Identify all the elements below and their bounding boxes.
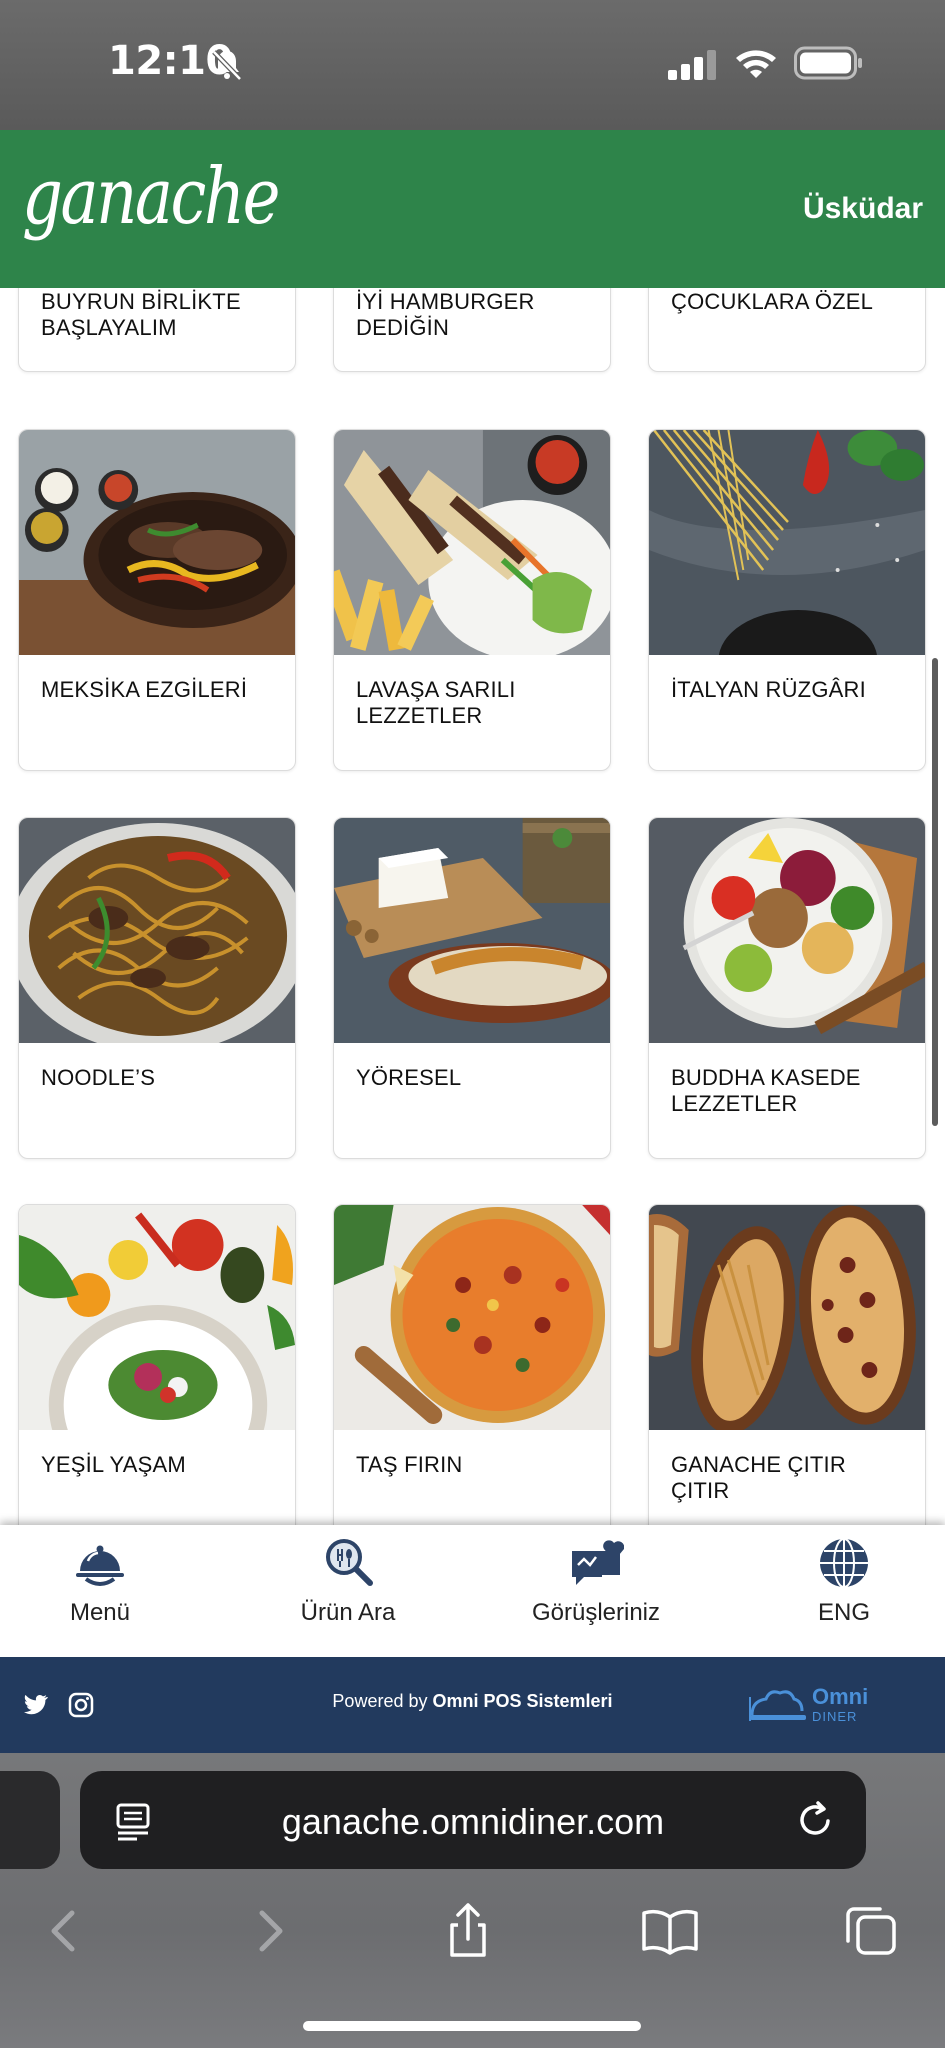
back-icon[interactable] — [34, 1901, 94, 1961]
nav-language[interactable]: ENG — [744, 1535, 944, 1650]
forward-icon[interactable] — [240, 1901, 300, 1961]
category-label: MEKSİKA EZGİLERİ — [41, 677, 248, 702]
category-label: TAŞ FIRIN — [356, 1452, 463, 1477]
previous-tab-preview[interactable] — [0, 1771, 60, 1869]
nav-feedback[interactable]: Görüşleriniz — [496, 1535, 696, 1650]
globe-icon — [820, 1538, 868, 1588]
signal-icon — [668, 50, 716, 80]
category-label: İYİ HAMBURGER DEDİĞİN — [356, 289, 535, 340]
category-card[interactable]: NOODLE’S — [18, 817, 296, 1159]
scrollbar[interactable] — [932, 658, 938, 1126]
category-image-wrap — [334, 430, 610, 655]
browser-chrome: ganache.omnidiner.com — [0, 1753, 945, 2048]
category-card[interactable]: TAŞ FIRIN — [333, 1204, 611, 1525]
category-card[interactable]: BUDDHA KASEDE LEZZETLER — [648, 817, 926, 1159]
category-label: YÖRESEL — [356, 1065, 462, 1090]
category-image-noodles — [19, 818, 295, 1043]
tabs-icon[interactable] — [840, 1901, 900, 1961]
app-header: ganache Üsküdar — [0, 130, 945, 288]
search-icon — [326, 1539, 373, 1586]
category-card[interactable]: MEKSİKA EZGİLERİ — [18, 429, 296, 771]
branch-selector[interactable]: Üsküdar — [803, 192, 923, 226]
ganache-logo[interactable]: ganache — [22, 152, 281, 242]
category-image-buddha-bowl — [649, 818, 925, 1043]
category-grid: BUYRUN BİRLİKTE BAŞLAYALIM İYİ HAMBURGER D… — [0, 288, 945, 1525]
status-bar: 12:10 — [0, 0, 945, 130]
category-image-pasta — [649, 430, 925, 655]
category-image-pide — [649, 1205, 925, 1430]
reload-icon[interactable] — [796, 1799, 836, 1841]
cloche-icon — [76, 1545, 124, 1586]
category-label: İTALYAN RÜZGÂRI — [671, 677, 866, 702]
nav-menu-label: Menü — [69, 1599, 131, 1626]
powered-prefix: Powered by — [332, 1691, 428, 1711]
category-card[interactable]: İYİ HAMBURGER DEDİĞİN — [333, 288, 611, 372]
category-label: ÇOCUKLARA ÖZEL — [671, 289, 874, 314]
url-text: ganache.omnidiner.com — [281, 1801, 665, 1842]
category-label: BUYRUN BİRLİKTE BAŞLAYALIM — [41, 289, 241, 340]
category-label: YEŞİL YAŞAM — [41, 1452, 186, 1477]
footer: Powered by Omni POS Sistemleri Omni DINE… — [0, 1657, 945, 1753]
bookmarks-icon[interactable] — [640, 1901, 700, 1961]
category-image-regional — [334, 818, 610, 1043]
nav-menu[interactable]: Menü — [0, 1535, 200, 1650]
category-image-pizza — [334, 1205, 610, 1430]
omni-logo-sub: DINER — [812, 1709, 858, 1724]
category-card[interactable]: İTALYAN RÜZGÂRI — [648, 429, 926, 771]
category-card[interactable]: ÇOCUKLARA ÖZEL — [648, 288, 926, 372]
category-card[interactable]: GANACHE ÇITIR ÇITIR — [648, 1204, 926, 1525]
category-label: LAVAŞA SARILI LEZZETLER — [356, 677, 516, 728]
address-bar[interactable]: ganache.omnidiner.com — [80, 1771, 866, 1869]
battery-icon — [794, 46, 862, 80]
nav-search-label: Ürün Ara — [300, 1599, 396, 1626]
category-card[interactable]: YEŞİL YAŞAM — [18, 1204, 296, 1525]
category-label: NOODLE’S — [41, 1065, 156, 1090]
powered-brand[interactable]: Omni POS Sistemleri — [433, 1691, 613, 1711]
nav-search[interactable]: Ürün Ara — [248, 1535, 448, 1650]
bell-slash-icon — [212, 50, 242, 81]
omni-logo-text: Omni — [812, 1684, 869, 1709]
nav-feedback-label: Görüşleriniz — [531, 1599, 661, 1626]
feedback-icon — [572, 1540, 624, 1585]
category-image-salad — [19, 1205, 295, 1430]
share-icon[interactable] — [438, 1901, 498, 1961]
category-label: GANACHE ÇITIR ÇITIR — [671, 1452, 846, 1503]
category-image-fajita — [19, 430, 295, 655]
category-card[interactable]: BUYRUN BİRLİKTE BAŞLAYALIM — [18, 288, 296, 372]
wifi-icon — [736, 50, 776, 78]
nav-language-label: ENG — [817, 1599, 870, 1626]
home-indicator — [303, 2021, 641, 2031]
category-card[interactable]: LAVAŞA SARILI LEZZETLER — [333, 429, 611, 771]
bottom-nav: Menü Ürün Ara Görüşleriniz ENG — [0, 1525, 945, 1657]
category-label: BUDDHA KASEDE LEZZETLER — [671, 1065, 861, 1116]
category-card[interactable]: YÖRESEL — [333, 817, 611, 1159]
